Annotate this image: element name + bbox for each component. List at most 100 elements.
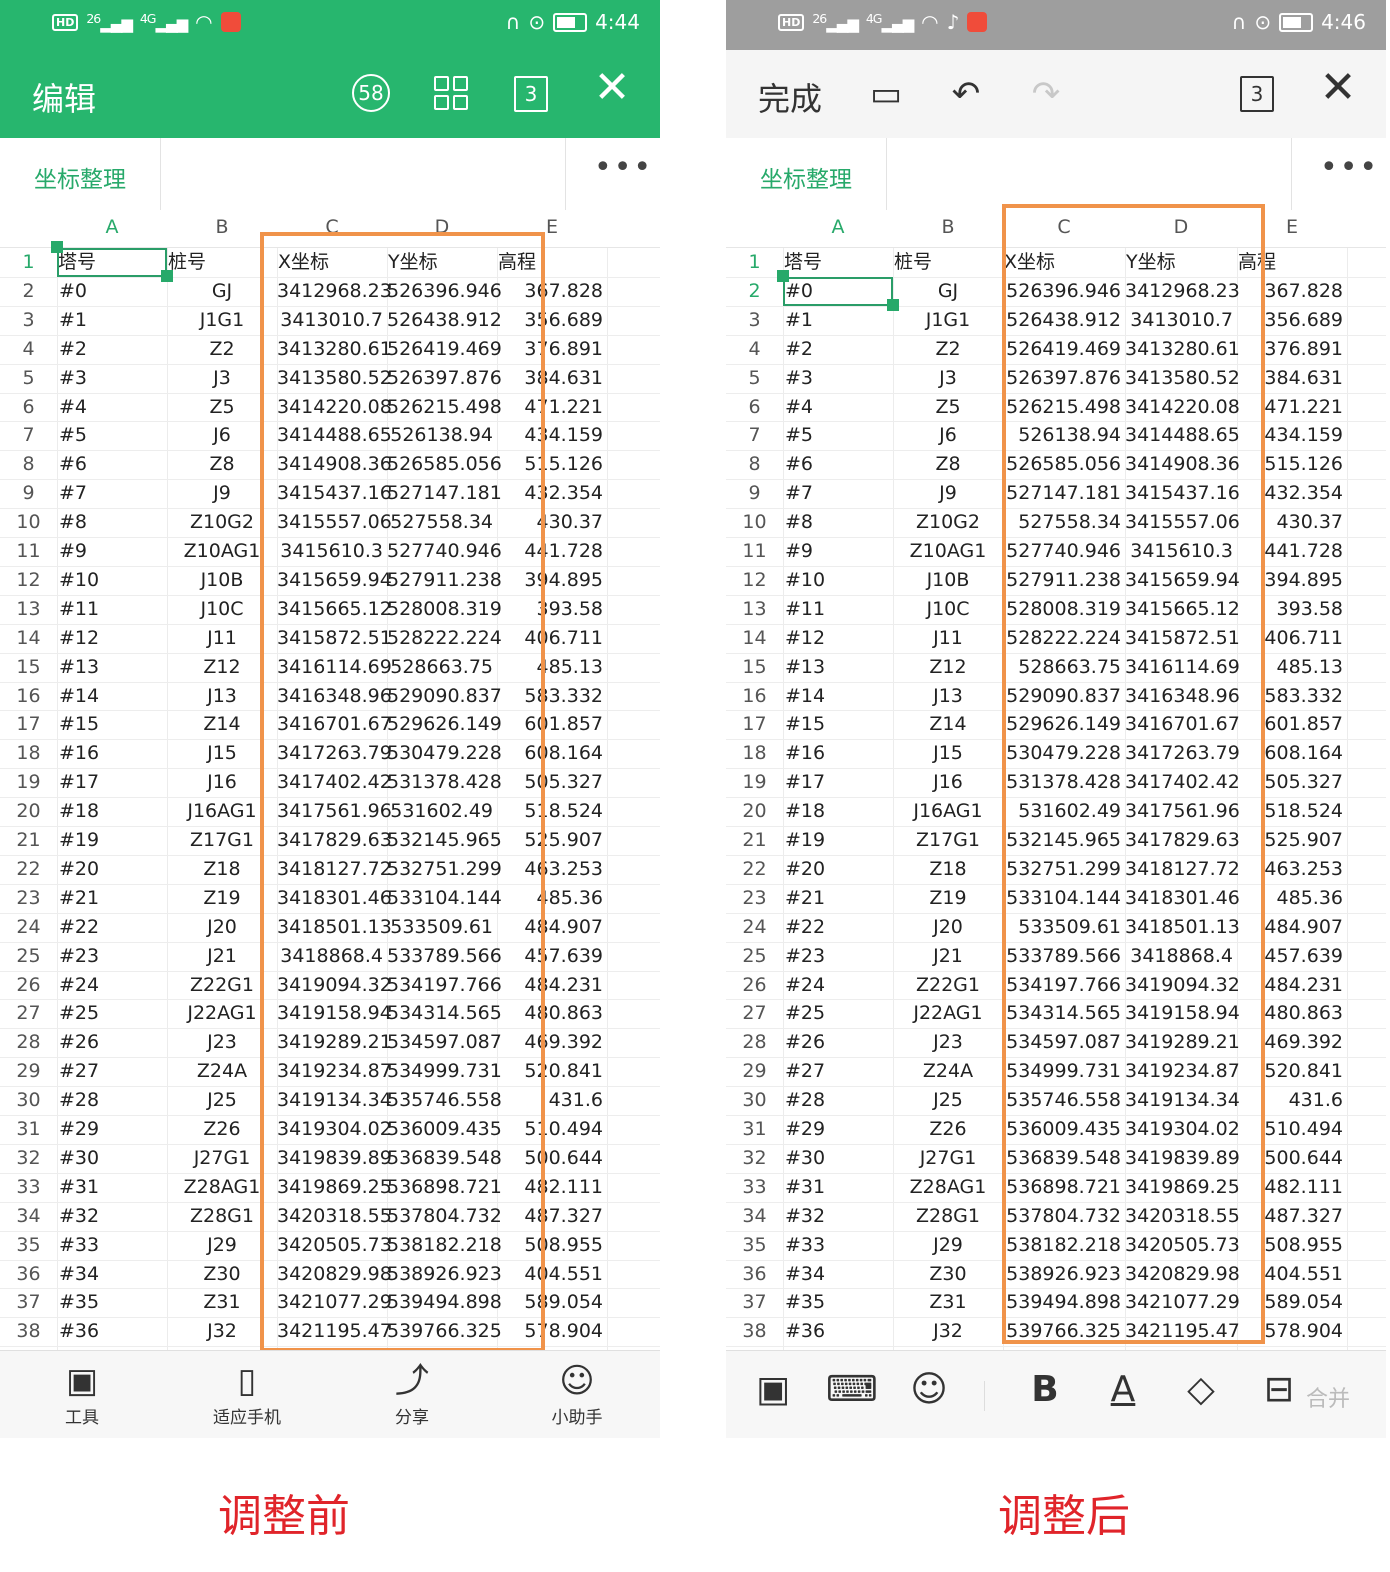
table-cell[interactable]: J21 bbox=[893, 942, 1003, 971]
sheet-count-button[interactable]: 3 bbox=[1240, 76, 1274, 112]
notification-count-button[interactable]: 58 bbox=[352, 74, 390, 112]
table-cell[interactable]: #24 bbox=[785, 971, 825, 1000]
header-cell-b[interactable]: 桩号 bbox=[894, 248, 932, 277]
close-icon[interactable]: ✕ bbox=[1316, 66, 1360, 110]
done-button[interactable]: 完成 bbox=[758, 74, 822, 120]
table-cell[interactable]: #17 bbox=[59, 768, 99, 797]
table-cell[interactable]: #36 bbox=[785, 1317, 825, 1346]
table-cell[interactable]: J10C bbox=[893, 595, 1003, 624]
table-cell[interactable]: #9 bbox=[59, 537, 87, 566]
table-cell[interactable]: #19 bbox=[59, 826, 99, 855]
table-cell[interactable]: #20 bbox=[59, 855, 99, 884]
table-cell[interactable]: #1 bbox=[59, 306, 87, 335]
table-cell[interactable]: Z14 bbox=[893, 710, 1003, 739]
table-cell[interactable]: J16AG1 bbox=[893, 797, 1003, 826]
table-cell[interactable]: #13 bbox=[785, 653, 825, 682]
share-button[interactable]: ⤴ 分享 bbox=[362, 1361, 462, 1428]
table-cell[interactable]: #29 bbox=[59, 1115, 99, 1144]
table-cell[interactable]: #16 bbox=[59, 739, 99, 768]
more-options-icon[interactable]: ••• bbox=[1320, 150, 1379, 185]
table-cell[interactable]: #6 bbox=[785, 450, 813, 479]
table-cell[interactable]: Z12 bbox=[893, 653, 1003, 682]
table-cell[interactable]: #36 bbox=[59, 1317, 99, 1346]
table-cell[interactable]: #22 bbox=[59, 913, 99, 942]
table-cell[interactable]: #16 bbox=[785, 739, 825, 768]
table-cell[interactable]: #21 bbox=[59, 884, 99, 913]
header-cell-a[interactable]: 塔号 bbox=[784, 248, 822, 277]
table-cell[interactable]: J15 bbox=[893, 739, 1003, 768]
table-cell[interactable]: #4 bbox=[59, 393, 87, 422]
table-cell[interactable]: Z10G2 bbox=[893, 508, 1003, 537]
table-cell[interactable]: Z22G1 bbox=[893, 971, 1003, 1000]
redo-icon[interactable]: ↷ bbox=[1024, 74, 1068, 114]
table-cell[interactable]: #7 bbox=[785, 479, 813, 508]
sheet-tab-coordinates[interactable]: 坐标整理 bbox=[34, 160, 126, 194]
table-cell[interactable]: #14 bbox=[785, 682, 825, 711]
header-cell-b[interactable]: 桩号 bbox=[168, 248, 206, 277]
table-cell[interactable]: #18 bbox=[59, 797, 99, 826]
table-cell[interactable]: Z31 bbox=[893, 1288, 1003, 1317]
table-cell[interactable]: Z26 bbox=[893, 1115, 1003, 1144]
table-cell[interactable]: Z30 bbox=[893, 1260, 1003, 1289]
table-cell[interactable]: J22AG1 bbox=[893, 999, 1003, 1028]
column-header-a[interactable]: A bbox=[783, 216, 893, 238]
table-cell[interactable]: #35 bbox=[785, 1288, 825, 1317]
merge-cells-icon[interactable]: ⊟ bbox=[1254, 1369, 1304, 1410]
undo-icon[interactable]: ↶ bbox=[944, 74, 988, 114]
table-cell[interactable]: #33 bbox=[785, 1231, 825, 1260]
table-cell[interactable]: Z28AG1 bbox=[893, 1173, 1003, 1202]
table-cell[interactable]: J29 bbox=[893, 1231, 1003, 1260]
apps-grid-icon[interactable] bbox=[434, 76, 468, 110]
table-cell[interactable]: #33 bbox=[59, 1231, 99, 1260]
table-cell[interactable]: #0 bbox=[59, 277, 87, 306]
table-cell[interactable]: #10 bbox=[59, 566, 99, 595]
fill-color-icon[interactable]: ◇ bbox=[1176, 1369, 1226, 1410]
table-cell[interactable]: #25 bbox=[59, 999, 99, 1028]
selection-handle-bottom[interactable] bbox=[887, 299, 899, 311]
table-cell[interactable]: Z24A bbox=[893, 1057, 1003, 1086]
selection-handle-top[interactable] bbox=[51, 241, 63, 253]
tools-grid-icon[interactable]: ▣ bbox=[748, 1369, 798, 1410]
table-cell[interactable]: J10B bbox=[893, 566, 1003, 595]
table-cell[interactable]: #15 bbox=[59, 710, 99, 739]
table-cell[interactable]: #2 bbox=[59, 335, 87, 364]
table-cell[interactable]: Z17G1 bbox=[893, 826, 1003, 855]
table-cell[interactable]: #27 bbox=[785, 1057, 825, 1086]
assistant-icon[interactable]: ☺ bbox=[904, 1369, 954, 1410]
table-cell[interactable]: #26 bbox=[785, 1028, 825, 1057]
sheet-count-button[interactable]: 3 bbox=[514, 76, 548, 112]
table-cell[interactable]: Z18 bbox=[893, 855, 1003, 884]
assistant-button[interactable]: ☺ 小助手 bbox=[527, 1361, 627, 1428]
selection-handle-top[interactable] bbox=[777, 270, 789, 282]
table-cell[interactable]: Z2 bbox=[893, 335, 1003, 364]
table-cell[interactable]: J32 bbox=[893, 1317, 1003, 1346]
table-cell[interactable]: #14 bbox=[59, 682, 99, 711]
table-cell[interactable]: #30 bbox=[785, 1144, 825, 1173]
table-cell[interactable]: #32 bbox=[59, 1202, 99, 1231]
table-cell[interactable]: #25 bbox=[785, 999, 825, 1028]
close-icon[interactable]: ✕ bbox=[590, 66, 634, 110]
table-cell[interactable]: J20 bbox=[893, 913, 1003, 942]
table-cell[interactable]: #23 bbox=[785, 942, 825, 971]
table-cell[interactable]: #13 bbox=[59, 653, 99, 682]
table-cell[interactable]: #11 bbox=[785, 595, 825, 624]
table-cell[interactable]: #7 bbox=[59, 479, 87, 508]
table-cell[interactable]: Z28G1 bbox=[893, 1202, 1003, 1231]
table-cell[interactable]: #17 bbox=[785, 768, 825, 797]
column-header-b[interactable]: B bbox=[893, 216, 1003, 238]
table-cell[interactable]: #9 bbox=[785, 537, 813, 566]
table-cell[interactable]: #31 bbox=[59, 1173, 99, 1202]
table-cell[interactable]: #28 bbox=[59, 1086, 99, 1115]
column-header-a[interactable]: A bbox=[57, 216, 167, 238]
table-cell[interactable]: #18 bbox=[785, 797, 825, 826]
table-cell[interactable]: #11 bbox=[59, 595, 99, 624]
fit-phone-button[interactable]: ▯ 适应手机 bbox=[197, 1361, 297, 1428]
tools-button[interactable]: ▣ 工具 bbox=[32, 1361, 132, 1428]
table-cell[interactable]: #20 bbox=[785, 855, 825, 884]
table-cell[interactable]: #8 bbox=[59, 508, 87, 537]
table-cell[interactable]: #35 bbox=[59, 1288, 99, 1317]
table-cell[interactable]: J9 bbox=[893, 479, 1003, 508]
table-cell[interactable]: #19 bbox=[785, 826, 825, 855]
table-cell[interactable]: #26 bbox=[59, 1028, 99, 1057]
table-cell[interactable]: #8 bbox=[785, 508, 813, 537]
